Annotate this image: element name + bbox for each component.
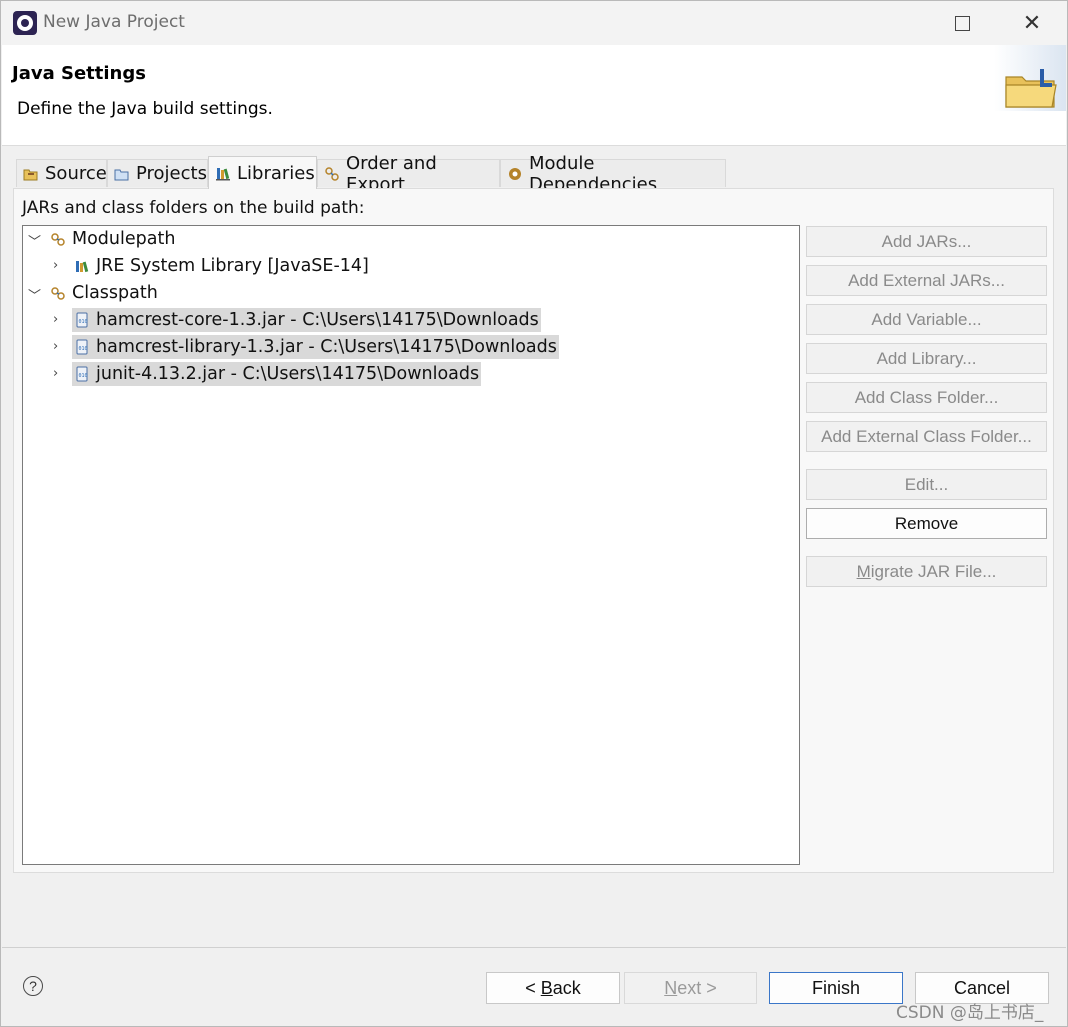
mnemonic-letter: B bbox=[540, 977, 553, 998]
svg-text:010: 010 bbox=[79, 373, 88, 379]
button-label: < bbox=[525, 977, 541, 998]
tree-node-label: junit-4.13.2.jar - C:\Users\14175\Downlo… bbox=[96, 364, 480, 384]
remove-button[interactable]: Remove bbox=[806, 508, 1047, 539]
classpath-container-icon bbox=[50, 231, 66, 247]
button-label: igrate JAR File... bbox=[870, 561, 997, 581]
add-external-jars-button[interactable]: Add External JARs... bbox=[806, 265, 1047, 296]
jar-icon: 010 bbox=[74, 339, 90, 355]
mnemonic-letter: M bbox=[856, 561, 871, 581]
title-bar: New Java Project ✕ bbox=[1, 1, 1067, 45]
tab-module-dependencies[interactable]: Module Dependencies bbox=[500, 153, 726, 195]
help-icon[interactable]: ? bbox=[23, 976, 43, 996]
tree-node-label: Classpath bbox=[72, 283, 158, 303]
dialog-window: New Java Project ✕ Java Settings Define … bbox=[0, 0, 1068, 1027]
build-path-tree[interactable]: ﹀ Modulepath › JRE System Library [JavaS… bbox=[22, 225, 800, 865]
chevron-down-icon[interactable]: ﹀ bbox=[28, 285, 41, 304]
add-class-folder-button[interactable]: Add Class Folder... bbox=[806, 382, 1047, 413]
eclipse-icon bbox=[13, 11, 37, 35]
window-title: New Java Project bbox=[43, 12, 185, 32]
tree-node-label: Modulepath bbox=[72, 229, 176, 249]
mnemonic-letter: N bbox=[664, 977, 678, 998]
add-external-class-folder-button[interactable]: Add External Class Folder... bbox=[806, 421, 1047, 452]
wizard-header: Java Settings Define the Java build sett… bbox=[2, 45, 1066, 146]
button-label: ack bbox=[552, 977, 581, 998]
tab-projects[interactable]: Projects bbox=[107, 159, 208, 187]
next-button[interactable]: Next > bbox=[624, 972, 757, 1004]
chevron-right-icon[interactable]: › bbox=[53, 366, 58, 381]
tree-node-jar[interactable]: 010 hamcrest-library-1.3.jar - C:\Users\… bbox=[72, 335, 559, 359]
edit-button[interactable]: Edit... bbox=[806, 469, 1047, 500]
finish-button[interactable]: Finish bbox=[769, 972, 903, 1004]
tab-libraries-label: Libraries bbox=[237, 162, 315, 184]
page-subtitle: Define the Java build settings. bbox=[17, 99, 273, 119]
java-project-folder-icon bbox=[1005, 69, 1057, 108]
page-title: Java Settings bbox=[12, 63, 146, 84]
close-icon: ✕ bbox=[1022, 10, 1042, 36]
svg-text:010: 010 bbox=[79, 319, 88, 325]
tree-node-label: JRE System Library [JavaSE-14] bbox=[96, 256, 369, 276]
footer-separator bbox=[2, 947, 1066, 948]
source-folder-icon bbox=[23, 166, 39, 182]
tab-source[interactable]: Source bbox=[16, 159, 107, 187]
order-export-icon bbox=[324, 166, 340, 182]
back-button[interactable]: < Back bbox=[486, 972, 620, 1004]
tab-source-label: Source bbox=[45, 163, 107, 184]
tree-node-jar[interactable]: 010 hamcrest-core-1.3.jar - C:\Users\141… bbox=[72, 308, 541, 332]
tab-libraries[interactable]: Libraries bbox=[208, 156, 317, 189]
build-path-label: JARs and class folders on the build path… bbox=[22, 198, 365, 218]
migrate-jar-button[interactable]: Migrate JAR File... bbox=[806, 556, 1047, 587]
classpath-container-icon bbox=[50, 285, 66, 301]
add-jars-button[interactable]: Add JARs... bbox=[806, 226, 1047, 257]
tree-node-jar[interactable]: 010 junit-4.13.2.jar - C:\Users\14175\Do… bbox=[72, 362, 482, 386]
chevron-right-icon[interactable]: › bbox=[53, 258, 58, 273]
tab-order-export[interactable]: Order and Export bbox=[317, 153, 500, 195]
tree-node-classpath[interactable]: Classpath bbox=[50, 281, 158, 305]
svg-text:010: 010 bbox=[79, 346, 88, 352]
tree-node-modulepath[interactable]: Modulepath bbox=[50, 227, 175, 251]
tree-node-jre-library[interactable]: JRE System Library [JavaSE-14] bbox=[74, 254, 369, 278]
maximize-button[interactable] bbox=[939, 7, 985, 39]
button-label: ext > bbox=[677, 977, 717, 998]
jar-icon: 010 bbox=[74, 366, 90, 382]
libraries-icon bbox=[215, 165, 231, 181]
close-button[interactable]: ✕ bbox=[1009, 7, 1055, 39]
tree-node-label: hamcrest-core-1.3.jar - C:\Users\14175\D… bbox=[96, 310, 539, 330]
projects-folder-icon bbox=[114, 166, 130, 182]
watermark: CSDN @岛上书店_ bbox=[896, 1003, 1044, 1023]
tab-projects-label: Projects bbox=[136, 163, 207, 184]
add-library-button[interactable]: Add Library... bbox=[806, 343, 1047, 374]
maximize-icon bbox=[954, 15, 970, 31]
add-variable-button[interactable]: Add Variable... bbox=[806, 304, 1047, 335]
jre-library-icon bbox=[74, 258, 90, 274]
chevron-right-icon[interactable]: › bbox=[53, 339, 58, 354]
tree-node-label: hamcrest-library-1.3.jar - C:\Users\1417… bbox=[96, 337, 557, 357]
chevron-right-icon[interactable]: › bbox=[53, 312, 58, 327]
chevron-down-icon[interactable]: ﹀ bbox=[28, 231, 41, 250]
jar-icon: 010 bbox=[74, 312, 90, 328]
module-icon bbox=[507, 166, 523, 182]
